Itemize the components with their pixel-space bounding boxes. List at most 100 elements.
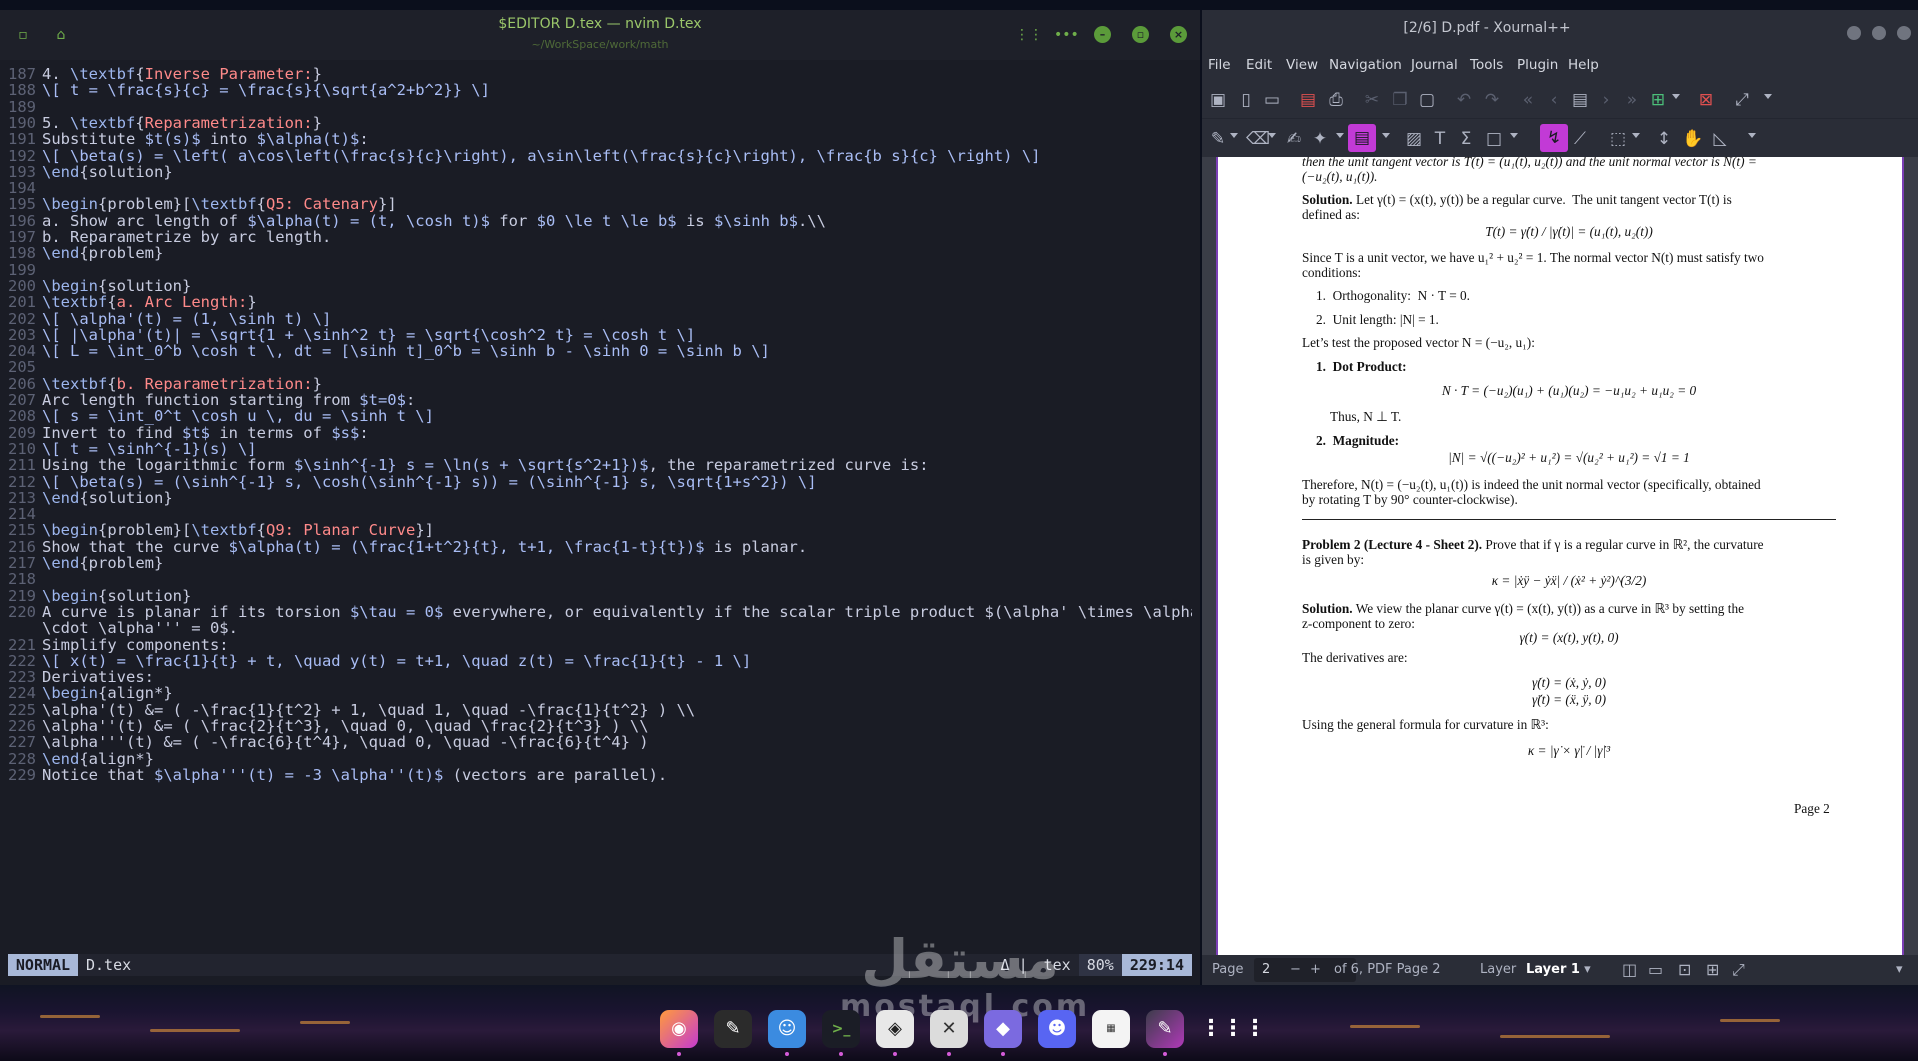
two-pages-icon[interactable]: ◫ — [1622, 955, 1637, 985]
solution-label: Solution. — [1302, 192, 1353, 207]
menu-edit[interactable]: Edit — [1246, 57, 1272, 73]
terminal-icon[interactable]: >_ — [822, 1010, 860, 1048]
select-text-icon[interactable]: ▤ — [1348, 124, 1376, 152]
highlighter-icon[interactable]: ✍ — [1284, 129, 1304, 149]
select-text-dropdown-icon[interactable] — [1382, 133, 1390, 138]
tools-icon[interactable]: ✕ — [930, 1010, 968, 1048]
xo-minimize-icon[interactable] — [1847, 26, 1861, 40]
last-page-icon[interactable]: » — [1622, 90, 1642, 110]
zoom-dropdown-icon[interactable] — [1764, 94, 1772, 99]
menu-journal[interactable]: Journal — [1411, 57, 1458, 73]
finder-icon[interactable]: ☺ — [768, 1010, 806, 1048]
undo-icon[interactable]: ↶ — [1454, 90, 1474, 110]
zoom-fit-icon[interactable]: ⊡ — [1678, 955, 1691, 985]
insert-page-icon[interactable]: ⊞ — [1648, 90, 1668, 110]
app-grid-icon[interactable]: ⋮⋮⋮ — [1200, 1010, 1266, 1048]
pen-dropdown-icon[interactable] — [1230, 133, 1238, 138]
drawing-mode-icon[interactable]: ↯ — [1540, 124, 1568, 152]
insert-page-dropdown-icon[interactable] — [1672, 94, 1680, 99]
statusbar-dropdown-icon[interactable]: ▾ — [1896, 955, 1903, 985]
first-page-icon[interactable]: « — [1518, 90, 1538, 110]
presentation-icon[interactable]: ▭ — [1648, 955, 1663, 985]
menu-help[interactable]: Help — [1568, 57, 1599, 73]
running-indicator — [839, 1052, 843, 1056]
xournal-titlebar: [2/6] D.pdf - Xournal++ — [1202, 10, 1918, 50]
shape-draw-dropdown-icon[interactable] — [1510, 133, 1518, 138]
firefox-icon[interactable]: ◉ — [660, 1010, 698, 1048]
running-indicator — [785, 1052, 789, 1056]
pdf-page[interactable]: then the unit tangent vector is T(t) = (… — [1216, 157, 1904, 955]
solution-paragraph: Solution. We view the planar curve γ(t) … — [1302, 601, 1744, 616]
line-text: Notice that $\alpha'''(t) = -3 \alpha''(… — [42, 765, 668, 784]
select-dropdown-icon[interactable] — [1632, 133, 1640, 138]
latex-icon[interactable]: Σ — [1456, 129, 1476, 149]
rectangle-icon[interactable]: □ — [1484, 129, 1504, 149]
save-icon[interactable]: ▣ — [1208, 90, 1228, 110]
more-tools-dropdown-icon[interactable] — [1748, 133, 1756, 138]
grid-icon[interactable]: ⋮⋮ — [1015, 26, 1043, 44]
maximize-icon[interactable]: ▫ — [1132, 26, 1149, 43]
calendar-icon[interactable]: ▦ — [1092, 1010, 1130, 1048]
text-icon[interactable]: T — [1430, 129, 1450, 149]
xo-maximize-icon[interactable] — [1872, 26, 1886, 40]
close-icon[interactable]: × — [1170, 26, 1187, 43]
goto-page-icon[interactable]: ▤ — [1570, 90, 1590, 110]
terminal-window[interactable]: ▫ ⌂ $EDITOR D.tex — nvim D.tex ~/WorkSpa… — [0, 10, 1200, 985]
shape-dropdown-icon[interactable] — [1336, 133, 1344, 138]
menu-navigation[interactable]: Navigation — [1329, 57, 1402, 73]
select-rect-icon[interactable]: ⬚ — [1608, 129, 1628, 149]
zoom-100-icon[interactable]: ⊞ — [1706, 955, 1719, 985]
new-icon[interactable]: ▯ — [1236, 90, 1256, 110]
setsquare-icon[interactable]: ◺ — [1710, 129, 1730, 149]
problem-label: Problem 2 — [1302, 537, 1361, 552]
fullscreen-icon[interactable]: ⤢ — [1732, 90, 1752, 110]
eraser-dropdown-icon[interactable] — [1268, 133, 1276, 138]
paste-icon[interactable]: ▢ — [1417, 90, 1437, 110]
xournal-icon[interactable]: ✎ — [1146, 1010, 1184, 1048]
menu-tools[interactable]: Tools — [1470, 57, 1503, 73]
print-icon[interactable]: ⎙ — [1326, 90, 1346, 110]
menu-plugin[interactable]: Plugin — [1517, 57, 1558, 73]
pen-icon[interactable]: ✎ — [1208, 129, 1228, 149]
minimize-icon[interactable]: – — [1094, 26, 1111, 43]
menu-file[interactable]: File — [1208, 57, 1231, 73]
layer-select[interactable]: Layer 1 ▾ — [1526, 955, 1591, 985]
pen-app-icon[interactable]: ✎ — [714, 1010, 752, 1048]
cut-icon[interactable]: ✂ — [1362, 90, 1382, 110]
menu-view[interactable]: View — [1286, 57, 1318, 73]
list-heading: 1. Dot Product: — [1316, 359, 1407, 374]
xournal-statusbar: Page 2 − + of 6, PDF Page 2 Layer Layer … — [1202, 955, 1918, 985]
discord-icon[interactable]: ☻ — [1038, 1010, 1076, 1048]
more-icon[interactable]: ••• — [1054, 26, 1079, 44]
document-canvas[interactable]: then the unit tangent vector is T(t) = (… — [1202, 157, 1918, 955]
ruler-icon[interactable]: ⟋ — [1570, 129, 1590, 149]
xo-close-icon[interactable] — [1897, 26, 1911, 40]
obsidian-icon[interactable]: ◈ — [876, 1010, 914, 1048]
open-icon[interactable]: ▭ — [1262, 90, 1282, 110]
redo-icon[interactable]: ↷ — [1482, 90, 1502, 110]
code-line[interactable]: 229 Notice that $\alpha'''(t) = -3 \alpha… — [8, 765, 1192, 785]
fullscreen-icon[interactable]: ⤢ — [1732, 955, 1745, 985]
solution-label: Solution. — [1302, 601, 1353, 616]
image-icon[interactable]: ▨ — [1404, 129, 1424, 149]
equation-magnitude: |N| = √((−u₂)² + u₁²) = √(u₂² + u₁²) = √… — [1448, 450, 1690, 465]
prev-page-icon[interactable]: ‹ — [1544, 90, 1564, 110]
delete-page-icon[interactable]: ⊠ — [1696, 90, 1716, 110]
vertical-space-icon[interactable]: ↕ — [1654, 129, 1674, 149]
copy-icon[interactable]: ❐ — [1390, 90, 1410, 110]
page-increment-icon[interactable]: + — [1310, 955, 1321, 985]
shape-recognizer-icon[interactable]: ✦ — [1310, 129, 1330, 149]
equation-gamma: γ(t) = (x(t), y(t), 0) — [1519, 630, 1619, 645]
notes-icon[interactable]: ◆ — [984, 1010, 1022, 1048]
xournal-window[interactable]: [2/6] D.pdf - Xournal++ File Edit View N… — [1202, 10, 1918, 985]
pdf-line: by rotating T by 90° counter-clockwise). — [1302, 492, 1518, 507]
status-filename: D.tex — [86, 956, 132, 974]
next-page-icon[interactable]: › — [1596, 90, 1616, 110]
export-pdf-icon[interactable]: ▤ — [1298, 90, 1318, 110]
divider — [1302, 519, 1836, 520]
hand-icon[interactable]: ✋ — [1682, 129, 1703, 149]
eraser-icon[interactable]: ⌫ — [1246, 129, 1270, 149]
nvim-buffer[interactable]: 187 4. \textbf{Inverse Parameter:} 188 \[ t… — [8, 64, 1192, 958]
page-info: of 6, PDF Page 2 — [1334, 962, 1441, 977]
page-decrement-icon[interactable]: − — [1290, 955, 1301, 985]
